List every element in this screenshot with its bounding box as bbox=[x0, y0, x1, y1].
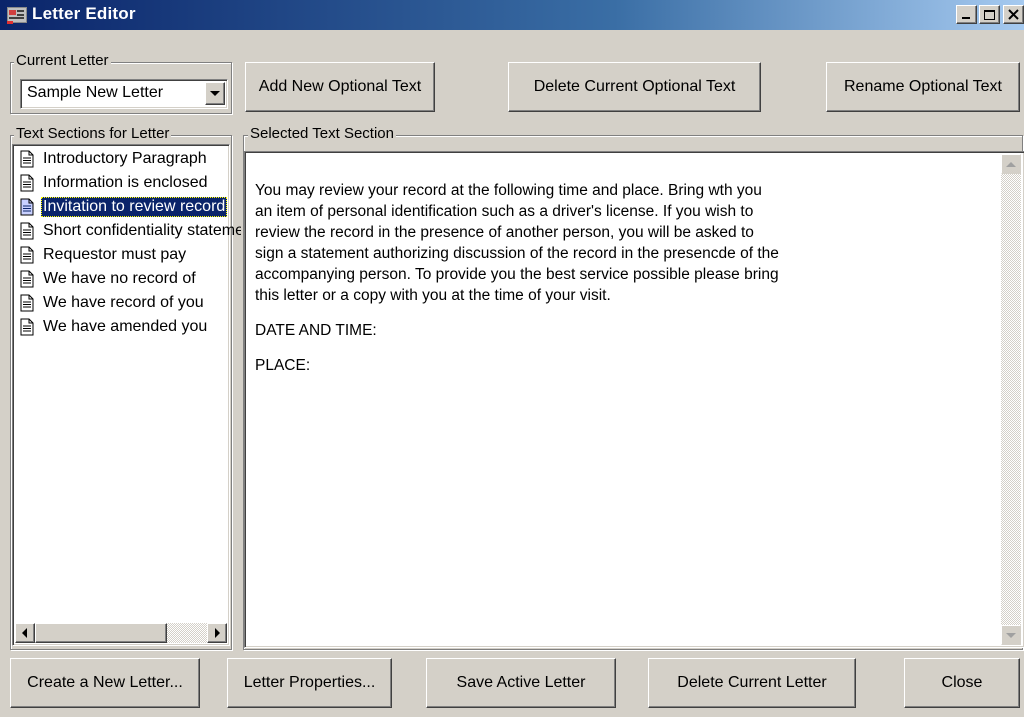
app-icon bbox=[6, 5, 28, 25]
maximize-button[interactable] bbox=[979, 5, 1000, 24]
selected-text-editor[interactable]: You may review your record at the follow… bbox=[244, 151, 1024, 648]
list-item[interactable]: We have record of you bbox=[15, 291, 241, 315]
document-icon bbox=[20, 294, 34, 312]
title-bar[interactable]: Letter Editor bbox=[0, 0, 1024, 30]
scroll-up-button[interactable] bbox=[1001, 154, 1021, 174]
list-item-label: Short confidentiality statement bbox=[43, 222, 241, 239]
list-item[interactable]: Requestor must pay bbox=[15, 243, 241, 267]
list-horizontal-scrollbar[interactable] bbox=[15, 623, 227, 643]
selected-text-section-legend: Selected Text Section bbox=[248, 125, 396, 142]
horizontal-scroll-thumb[interactable] bbox=[35, 623, 167, 643]
text-paragraph: PLACE: bbox=[255, 357, 311, 374]
minimize-icon bbox=[962, 17, 970, 19]
delete-current-letter-button[interactable]: Delete Current Letter bbox=[648, 658, 856, 708]
maximize-icon bbox=[984, 10, 995, 20]
list-item-label: We have amended you bbox=[43, 318, 208, 335]
add-optional-text-button[interactable]: Add New Optional Text bbox=[245, 62, 435, 112]
selected-text-content[interactable]: You may review your record at the follow… bbox=[255, 180, 855, 390]
rename-optional-text-button[interactable]: Rename Optional Text bbox=[826, 62, 1020, 112]
arrow-up-icon bbox=[1006, 162, 1016, 167]
list-item-label: We have no record of bbox=[43, 270, 196, 287]
list-item[interactable]: Introductory Paragraph bbox=[15, 147, 241, 171]
text-sections-listbox[interactable]: Introductory Paragraph Information is enc… bbox=[12, 144, 241, 646]
arrow-right-icon bbox=[215, 628, 220, 638]
list-item[interactable]: We have no record of bbox=[15, 267, 241, 291]
list-item-label: Invitation to review record bbox=[41, 197, 228, 217]
scroll-down-button[interactable] bbox=[1001, 625, 1021, 645]
document-icon bbox=[20, 150, 34, 168]
scroll-left-button[interactable] bbox=[15, 623, 35, 643]
save-active-letter-button[interactable]: Save Active Letter bbox=[426, 658, 616, 708]
list-item[interactable]: Short confidentiality statement bbox=[15, 219, 241, 243]
list-item-label: Information is enclosed bbox=[43, 174, 208, 191]
close-window-button[interactable] bbox=[1003, 5, 1024, 24]
current-letter-combo[interactable]: Sample New Letter bbox=[20, 79, 228, 109]
window-title: Letter Editor bbox=[32, 4, 136, 23]
text-paragraph: DATE AND TIME: bbox=[255, 322, 377, 339]
combo-dropdown-button[interactable] bbox=[205, 82, 225, 105]
chevron-down-icon bbox=[210, 91, 220, 96]
create-new-letter-button[interactable]: Create a New Letter... bbox=[10, 658, 200, 708]
minimize-button[interactable] bbox=[956, 5, 977, 24]
list-item[interactable]: We have amended you bbox=[15, 315, 241, 339]
text-sections-list: Introductory Paragraph Information is enc… bbox=[15, 147, 241, 607]
list-item-label: Requestor must pay bbox=[43, 246, 187, 263]
arrow-down-icon bbox=[1006, 633, 1016, 638]
list-item-label: Introductory Paragraph bbox=[43, 150, 207, 167]
current-letter-value: Sample New Letter bbox=[27, 84, 164, 101]
editor-vertical-scrollbar[interactable] bbox=[1001, 154, 1021, 645]
document-icon bbox=[20, 198, 34, 216]
scroll-right-button[interactable] bbox=[207, 623, 227, 643]
letter-properties-button[interactable]: Letter Properties... bbox=[227, 658, 392, 708]
current-letter-legend: Current Letter bbox=[14, 52, 111, 69]
document-icon bbox=[20, 270, 34, 288]
text-sections-legend: Text Sections for Letter bbox=[14, 125, 172, 142]
document-icon bbox=[20, 318, 34, 336]
document-icon bbox=[20, 174, 34, 192]
document-icon bbox=[20, 246, 34, 264]
close-button[interactable]: Close bbox=[904, 658, 1020, 708]
text-paragraph: You may review your record at the follow… bbox=[255, 182, 779, 304]
document-icon bbox=[20, 222, 34, 240]
arrow-left-icon bbox=[22, 628, 27, 638]
list-item-label: We have record of you bbox=[43, 294, 204, 311]
list-item[interactable]: Information is enclosed bbox=[15, 171, 241, 195]
close-icon bbox=[1008, 9, 1019, 20]
delete-optional-text-button[interactable]: Delete Current Optional Text bbox=[508, 62, 761, 112]
list-item[interactable]: Invitation to review record bbox=[15, 195, 241, 219]
